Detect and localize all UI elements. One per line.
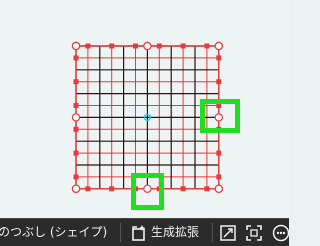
mesh-square-handle[interactable] (180, 186, 186, 192)
highlight-box-right-handle (200, 99, 240, 133)
mesh-square-handle[interactable] (216, 174, 222, 180)
fit-to-frame-icon[interactable] (245, 224, 263, 242)
mesh-square-handle[interactable] (216, 79, 222, 85)
mesh-square-handle[interactable] (73, 79, 79, 85)
mesh-circle-handle[interactable] (214, 184, 223, 193)
mesh-circle-handle[interactable] (71, 184, 81, 193)
mesh-square-handle[interactable] (73, 103, 79, 108)
mesh-square-handle[interactable] (204, 186, 210, 192)
generative-expand-icon[interactable] (130, 224, 148, 242)
crop-icon[interactable] (219, 224, 237, 242)
more-icon[interactable] (272, 224, 290, 242)
mesh-circle-handle[interactable] (71, 113, 81, 122)
mesh-square-handle[interactable] (204, 43, 210, 49)
mesh-square-handle[interactable] (73, 174, 79, 180)
canvas-area[interactable] (0, 0, 289, 218)
mesh-square-handle[interactable] (216, 55, 222, 61)
mesh-square-handle[interactable] (85, 43, 91, 49)
mesh-circle-handle[interactable] (214, 41, 223, 51)
mesh-square-handle[interactable] (109, 43, 115, 49)
mesh-square-handle[interactable] (180, 43, 186, 49)
mesh-square-handle[interactable] (156, 43, 162, 49)
mesh-circle-handle[interactable] (71, 41, 81, 51)
mesh-square-handle[interactable] (109, 186, 115, 192)
taskbar-divider (212, 223, 213, 242)
generative-expand-label[interactable]: 生成拡張 (151, 225, 199, 240)
mesh-square-handle[interactable] (216, 150, 222, 156)
mesh-circle-handle[interactable] (143, 41, 152, 51)
fill-shape-label[interactable]: のつぶし (シェイプ) (0, 225, 107, 240)
taskbar-divider (120, 223, 121, 242)
mesh-square-handle[interactable] (73, 126, 79, 132)
highlight-box-bottom-handle (131, 173, 164, 210)
mesh-square-handle[interactable] (85, 186, 91, 192)
mesh-square-handle[interactable] (73, 150, 79, 156)
mesh-square-handle[interactable] (73, 55, 79, 61)
contextual-taskbar: のつぶし (シェイプ) 生成拡張 (0, 218, 290, 246)
mesh-square-handle[interactable] (133, 43, 138, 49)
